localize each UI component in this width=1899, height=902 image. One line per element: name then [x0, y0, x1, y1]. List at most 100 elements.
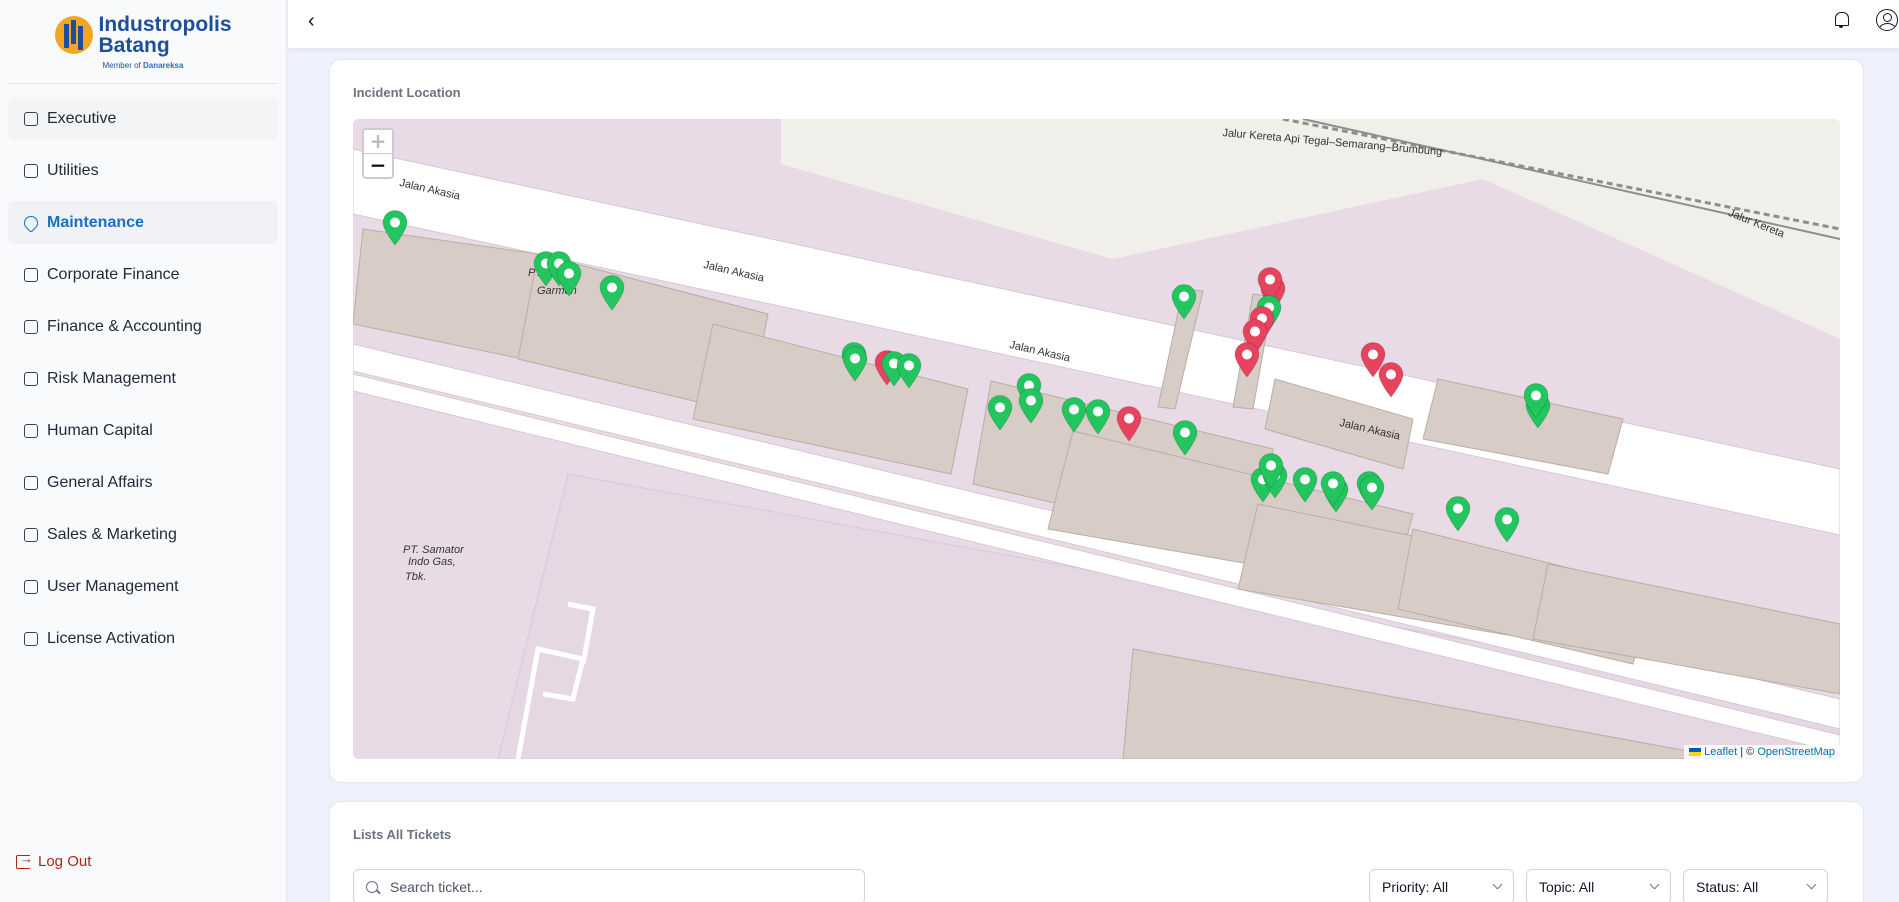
incident-marker-green[interactable]: [987, 395, 1013, 431]
office-building-icon: [24, 475, 38, 490]
coins-icon: [24, 319, 38, 334]
incident-marker-green[interactable]: [556, 261, 582, 297]
zoom-control: + −: [362, 128, 394, 179]
brand-logo-icon: [54, 15, 93, 54]
sidebar-item-utilities[interactable]: Utilities: [8, 149, 278, 192]
zoom-out-button[interactable]: −: [364, 154, 392, 178]
incident-marker-green[interactable]: [1258, 453, 1284, 489]
id-badge-icon: [24, 423, 38, 438]
member-org: Danareksa: [142, 60, 184, 70]
search-icon: [366, 881, 378, 893]
incident-marker-green[interactable]: [1359, 475, 1385, 511]
logout-button[interactable]: Log Out: [16, 851, 92, 870]
tickets-card: Lists All Tickets Priority: All Topic: A…: [329, 801, 1864, 902]
sidebar-item-label: Corporate Finance: [47, 265, 180, 283]
incident-marker-green[interactable]: [1320, 471, 1346, 507]
chevron-down-icon: [1649, 879, 1660, 890]
incident-marker-red[interactable]: [1116, 406, 1142, 442]
incident-marker-green[interactable]: [1523, 383, 1549, 419]
incident-marker-green[interactable]: [1085, 399, 1111, 435]
sidebar-item-human-capital[interactable]: Human Capital: [8, 409, 278, 452]
search-box: [353, 869, 865, 902]
wrench-icon: [21, 212, 41, 233]
top-bar: ‹: [288, 0, 1899, 48]
sidebar-item-label: Executive: [47, 109, 117, 127]
topic-filter[interactable]: Topic: All: [1526, 869, 1671, 902]
incident-marker-green[interactable]: [1494, 507, 1520, 543]
map-tiles: [353, 119, 1840, 759]
sidebar-item-label: Maintenance: [47, 213, 144, 231]
status-filter[interactable]: Status: All: [1683, 869, 1828, 902]
sidebar-item-corporate-finance[interactable]: Corporate Finance: [8, 253, 278, 296]
sidebar-item-general-affairs[interactable]: General Affairs: [8, 461, 278, 504]
sidebar-nav: Executive Utilities Maintenance Corporat…: [0, 97, 286, 660]
map-label-poi-2-line3: Tbk.: [405, 571, 427, 583]
sidebar-item-label: Utilities: [47, 161, 99, 179]
user-circle-icon[interactable]: [1876, 9, 1898, 31]
member-prefix: Member of: [102, 60, 141, 70]
status-filter-label: Status: All: [1696, 879, 1759, 895]
map-label-poi-2-line2: Indo Gas,: [408, 556, 456, 568]
sidebar-item-label: License Activation: [47, 629, 176, 647]
map-attribution: Leaflet | © OpenStreetMap: [1684, 745, 1840, 759]
incident-map[interactable]: + − Jalan Akasia Jalan Akasia Jalan Akasia…: [353, 119, 1840, 759]
logo-row: Industropolis Batang: [54, 14, 232, 56]
brand-name-line2: Batang: [98, 33, 170, 57]
sidebar-item-label: Risk Management: [47, 369, 176, 387]
search-input[interactable]: [390, 879, 850, 895]
incident-marker-green[interactable]: [842, 346, 868, 382]
incident-marker-green[interactable]: [1171, 284, 1197, 320]
priority-filter-label: Priority: All: [1382, 879, 1449, 895]
sidebar-item-label: Human Capital: [47, 421, 153, 439]
sidebar-item-finance-accounting[interactable]: Finance & Accounting: [8, 305, 278, 348]
user-gear-icon: [24, 579, 38, 594]
logout-label: Log Out: [38, 853, 92, 870]
attribution-separator: | ©: [1740, 746, 1755, 758]
leaflet-link[interactable]: Leaflet: [1689, 746, 1737, 758]
sidebar-item-label: General Affairs: [47, 473, 153, 491]
chevron-down-icon: [1492, 879, 1503, 890]
incident-marker-green[interactable]: [1172, 420, 1198, 456]
sidebar-item-license-activation[interactable]: License Activation: [8, 617, 278, 660]
sidebar-item-user-management[interactable]: User Management: [8, 565, 278, 608]
dashboard-icon: [24, 111, 38, 126]
zoom-in-button[interactable]: +: [364, 130, 392, 154]
topic-filter-label: Topic: All: [1539, 879, 1595, 895]
incident-marker-red[interactable]: [1234, 342, 1260, 378]
incident-marker-green[interactable]: [1292, 467, 1318, 503]
incident-marker-green[interactable]: [599, 275, 625, 311]
priority-filter[interactable]: Priority: All: [1369, 869, 1514, 902]
brand-name-line1: Industropolis: [98, 12, 232, 36]
sidebar-item-label: Sales & Marketing: [47, 525, 177, 543]
sidebar-item-executive[interactable]: Executive: [8, 97, 278, 140]
handshake-icon: [24, 527, 38, 542]
back-button[interactable]: ‹: [308, 10, 315, 33]
map-label-poi-2-line1: PT. Samator: [403, 544, 464, 556]
incident-marker-red[interactable]: [1378, 362, 1404, 398]
incident-marker-green[interactable]: [1445, 496, 1471, 532]
brand-logo[interactable]: Industropolis Batang Member of Danareksa: [8, 0, 278, 84]
bell-icon[interactable]: [1834, 12, 1849, 28]
leaflet-label: Leaflet: [1704, 746, 1738, 758]
sidebar-item-risk-management[interactable]: Risk Management: [8, 357, 278, 400]
sidebar-item-maintenance[interactable]: Maintenance: [8, 201, 278, 244]
brand-name: Industropolis Batang: [99, 14, 232, 56]
incident-marker-green[interactable]: [382, 210, 408, 246]
sidebar-item-sales-marketing[interactable]: Sales & Marketing: [8, 513, 278, 556]
sidebar: Industropolis Batang Member of Danareksa…: [0, 0, 287, 902]
incident-marker-green[interactable]: [896, 353, 922, 389]
briefcase-icon: [24, 267, 38, 282]
brand-member-of: Member of Danareksa: [103, 61, 184, 70]
sidebar-item-label: User Management: [47, 577, 179, 595]
incident-location-card: Incident Location + − Jalan Akasia Jalan…: [329, 59, 1864, 783]
shield-icon: [24, 371, 38, 386]
incident-marker-green[interactable]: [1061, 397, 1087, 433]
sidebar-item-label: Finance & Accounting: [47, 317, 202, 335]
building-icon: [24, 163, 38, 178]
ukraine-flag-icon: [1689, 748, 1702, 756]
incident-marker-green[interactable]: [1018, 388, 1044, 424]
osm-link[interactable]: OpenStreetMap: [1757, 746, 1835, 758]
key-icon: [24, 631, 38, 646]
card-title: Incident Location: [353, 85, 461, 100]
card-title: Lists All Tickets: [353, 827, 452, 842]
